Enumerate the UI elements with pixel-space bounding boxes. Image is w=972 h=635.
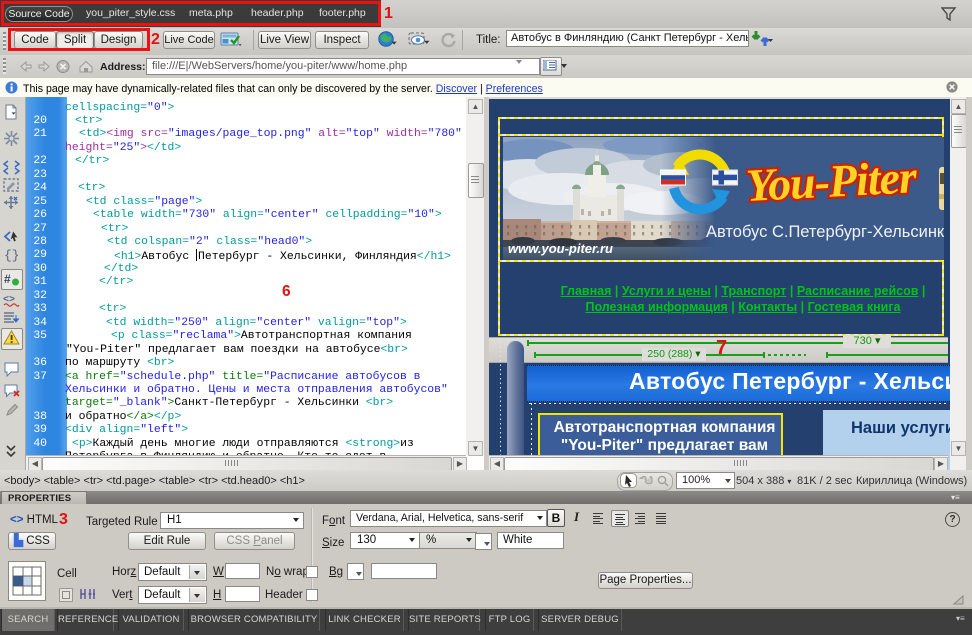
svg-text:www.you-piter.ru: www.you-piter.ru <box>508 241 613 256</box>
svg-text:Автобус С.Петербург-Хельсинки: Автобус С.Петербург-Хельсинки <box>706 223 944 241</box>
svg-text:You-Piter: You-Piter <box>745 151 919 211</box>
